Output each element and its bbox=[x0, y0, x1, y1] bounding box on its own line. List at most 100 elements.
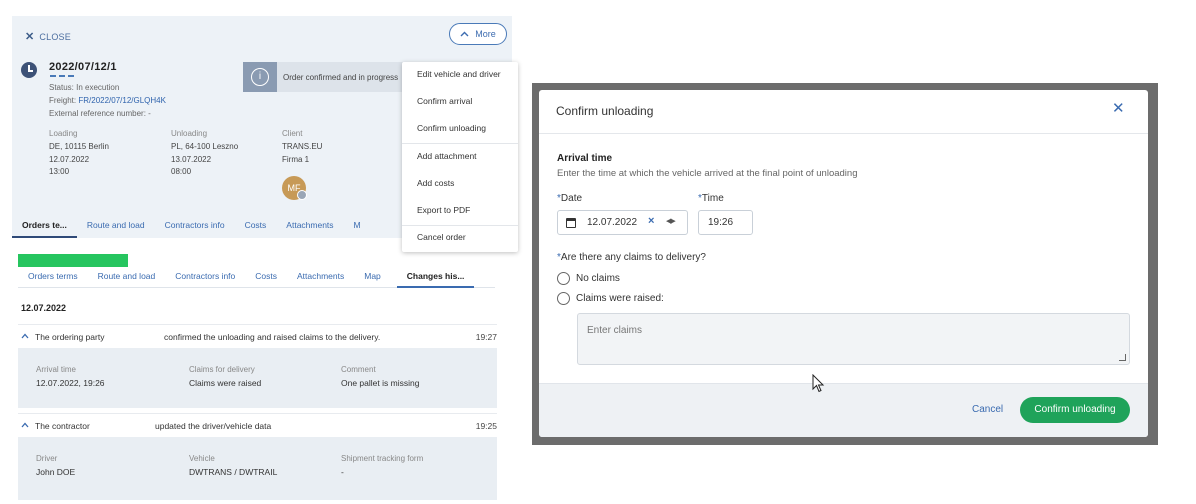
more-button[interactable]: More bbox=[449, 23, 507, 45]
mouse-cursor-icon bbox=[812, 373, 825, 398]
order-number: 2022/07/12/1 bbox=[49, 61, 117, 73]
detail-label: Claims for delivery bbox=[189, 365, 255, 374]
freight-label: Freight: bbox=[49, 96, 77, 105]
resize-handle-icon[interactable] bbox=[1119, 354, 1126, 361]
status-banner-text: Order confirmed and in progress bbox=[283, 73, 399, 82]
more-dropdown-menu: Edit vehicle and driver Confirm arrival … bbox=[402, 62, 518, 252]
loading-values: DE, 10115 Berlin 12.07.2022 13:00 bbox=[49, 141, 109, 179]
client-name: TRANS.EU bbox=[282, 142, 323, 151]
history-event[interactable]: The ordering party confirmed the unloadi… bbox=[18, 324, 497, 348]
date-value: 12.07.2022 bbox=[587, 217, 638, 228]
calendar-icon[interactable] bbox=[566, 218, 576, 228]
client-values: TRANS.EU Firma 1 bbox=[282, 141, 322, 166]
detail-label: Driver bbox=[36, 454, 58, 463]
arrows-icon[interactable]: ◀▶ bbox=[666, 217, 676, 225]
date-picker[interactable]: 12.07.2022 × ◀▶ bbox=[557, 210, 688, 235]
detail-label: Comment bbox=[341, 365, 376, 374]
client-label: Client bbox=[282, 129, 303, 138]
clear-icon[interactable]: × bbox=[648, 215, 654, 227]
unloading-place: PL, 64-100 Leszno bbox=[171, 142, 239, 151]
tab-attachments[interactable]: Attachments bbox=[276, 211, 343, 238]
freight-link[interactable]: FR/2022/07/12/GLQH4K bbox=[78, 96, 166, 105]
detail-value: John DOE bbox=[36, 467, 76, 477]
tab-route-and-load[interactable]: Route and load bbox=[77, 211, 155, 238]
chevron-up-icon[interactable] bbox=[21, 331, 29, 341]
tab-attachments[interactable]: Attachments bbox=[287, 267, 354, 288]
tab-map[interactable]: Map bbox=[354, 267, 391, 288]
history-event[interactable]: The contractor updated the driver/vehicl… bbox=[18, 413, 497, 437]
detail-label: Vehicle bbox=[189, 454, 215, 463]
detail-label: Shipment tracking form bbox=[341, 454, 424, 463]
no-claims-radio[interactable] bbox=[557, 272, 570, 285]
tab-costs[interactable]: Costs bbox=[245, 267, 287, 288]
chevron-up-icon bbox=[460, 29, 469, 39]
loading-date: 12.07.2022 bbox=[49, 154, 90, 164]
event-actor: The ordering party bbox=[35, 332, 105, 342]
event-time: 19:25 bbox=[475, 421, 497, 431]
detail-value: DWTRANS / DWTRAIL bbox=[189, 467, 278, 477]
tab-map[interactable]: M bbox=[344, 211, 371, 238]
external-reference: External reference number: - bbox=[49, 109, 151, 118]
tab-contractors-info[interactable]: Contractors info bbox=[155, 211, 235, 238]
date-label: *Date bbox=[557, 193, 582, 204]
event-action: confirmed the unloading and raised claim… bbox=[164, 332, 381, 342]
order-status: Status: In execution bbox=[49, 83, 120, 92]
close-label: CLOSE bbox=[39, 31, 71, 42]
more-label: More bbox=[475, 29, 496, 39]
confirm-unloading-button[interactable]: Confirm unloading bbox=[1020, 397, 1130, 423]
cancel-button[interactable]: Cancel bbox=[972, 404, 1003, 415]
claims-question: *Are there any claims to delivery? bbox=[557, 252, 706, 263]
tab-costs[interactable]: Costs bbox=[235, 211, 277, 238]
unloading-time: 08:00 bbox=[171, 167, 192, 176]
date-label-text: Date bbox=[560, 193, 583, 204]
freight-line: Freight: FR/2022/07/12/GLQH4K bbox=[49, 96, 166, 105]
event-time: 19:27 bbox=[475, 332, 497, 342]
no-claims-label[interactable]: No claims bbox=[576, 273, 620, 284]
tab-orders-terms[interactable]: Orders te... bbox=[12, 211, 77, 238]
order-number-underline bbox=[50, 75, 74, 77]
arrival-time-description: Enter the time at which the vehicle arri… bbox=[557, 168, 858, 179]
detail-value: Claims were raised bbox=[189, 378, 262, 388]
info-icon: i bbox=[243, 62, 277, 92]
time-value: 19:26 bbox=[708, 217, 734, 228]
arrival-time-title: Arrival time bbox=[557, 153, 613, 164]
menu-cancel-order[interactable]: Cancel order bbox=[402, 225, 518, 252]
menu-confirm-arrival[interactable]: Confirm arrival bbox=[402, 89, 518, 116]
tab-orders-terms[interactable]: Orders terms bbox=[18, 267, 88, 288]
order-panel: ✕ CLOSE More 2022/07/12/1 Status: In exe… bbox=[12, 16, 518, 504]
claims-raised-label[interactable]: Claims were raised: bbox=[576, 293, 664, 304]
menu-edit-vehicle-driver[interactable]: Edit vehicle and driver bbox=[402, 62, 518, 89]
status-banner: i Order confirmed and in progress bbox=[243, 62, 403, 92]
chevron-up-icon[interactable] bbox=[21, 420, 29, 430]
event-details: Arrival time 12.07.2022, 19:26 Claims fo… bbox=[18, 348, 497, 408]
dialog-header-divider bbox=[539, 133, 1148, 134]
claims-textarea[interactable]: Enter claims bbox=[577, 313, 1130, 365]
unloading-date: 13.07.2022 bbox=[171, 154, 212, 164]
tab-changes-history[interactable]: Changes his... bbox=[396, 267, 475, 288]
claims-raised-radio[interactable] bbox=[557, 292, 570, 305]
clock-icon bbox=[21, 62, 37, 78]
dialog-title: Confirm unloading bbox=[556, 104, 654, 118]
loading-label: Loading bbox=[49, 129, 78, 138]
close-icon[interactable]: ✕ bbox=[1112, 99, 1125, 117]
detail-value: One pallet is missing bbox=[341, 378, 420, 388]
detail-label: Arrival time bbox=[36, 365, 77, 374]
close-button[interactable]: ✕ CLOSE bbox=[25, 30, 71, 43]
claims-placeholder: Enter claims bbox=[587, 325, 643, 336]
tab-route-and-load[interactable]: Route and load bbox=[88, 267, 166, 288]
tab-contractors-info[interactable]: Contractors info bbox=[165, 267, 245, 288]
menu-export-pdf[interactable]: Export to PDF bbox=[402, 198, 518, 225]
event-details: Driver John DOE Vehicle DWTRANS / DWTRAI… bbox=[18, 437, 497, 500]
time-input[interactable]: 19:26 bbox=[698, 210, 753, 235]
event-actor: The contractor bbox=[35, 421, 90, 431]
time-label-text: Time bbox=[701, 193, 724, 204]
detail-value: - bbox=[341, 467, 344, 477]
loading-time: 13:00 bbox=[49, 167, 70, 176]
menu-add-costs[interactable]: Add costs bbox=[402, 171, 518, 198]
event-action: updated the driver/vehicle data bbox=[155, 421, 272, 431]
menu-confirm-unloading[interactable]: Confirm unloading bbox=[402, 116, 518, 143]
success-notification-bar bbox=[18, 254, 128, 267]
order-tabs: Orders te... Route and load Contractors … bbox=[12, 211, 402, 238]
menu-add-attachment[interactable]: Add attachment bbox=[402, 144, 518, 171]
avatar[interactable]: MF bbox=[282, 176, 307, 200]
